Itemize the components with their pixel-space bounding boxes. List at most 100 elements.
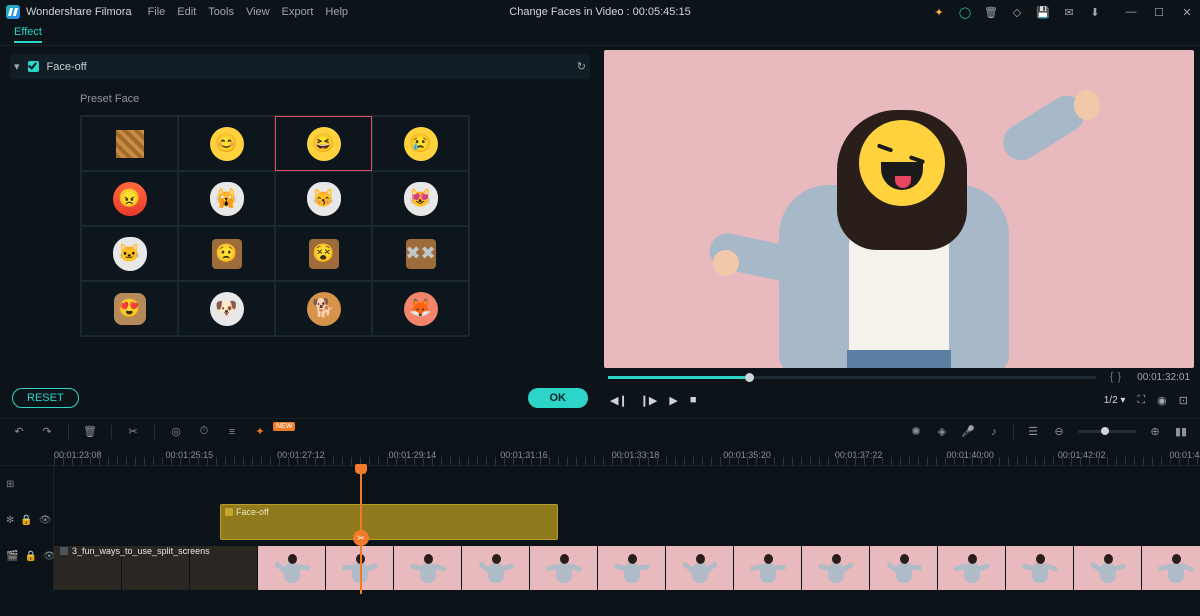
speed-icon[interactable]: ⏱ bbox=[197, 425, 211, 438]
undo-icon[interactable]: ↶ bbox=[12, 425, 26, 438]
fit-icon[interactable]: ▮▮ bbox=[1174, 425, 1188, 438]
save-icon[interactable]: 💾 bbox=[1036, 5, 1050, 19]
voice-icon[interactable]: 🎤 bbox=[961, 425, 975, 438]
preset-fox[interactable]: 🦊 bbox=[372, 281, 469, 336]
audio-icon[interactable]: ♪ bbox=[987, 426, 1001, 438]
video-thumb[interactable] bbox=[394, 546, 462, 590]
video-thumb[interactable] bbox=[1006, 546, 1074, 590]
menu-edit[interactable]: Edit bbox=[177, 6, 196, 18]
preset-smile[interactable]: 😊 bbox=[178, 116, 275, 171]
preview-viewport[interactable] bbox=[604, 50, 1194, 368]
menu-file[interactable]: File bbox=[148, 6, 166, 18]
menu-export[interactable]: Export bbox=[282, 6, 314, 18]
faceoff-header[interactable]: ▾ Face-off ↻ bbox=[10, 54, 590, 79]
snapshot-icon[interactable]: ◉ bbox=[1157, 394, 1167, 407]
effect-panel: ▾ Face-off ↻ Preset Face 😊 😆 😢 😠 🙀 😽 😻 🐱… bbox=[0, 46, 600, 418]
menu-view[interactable]: View bbox=[246, 6, 270, 18]
video-thumb[interactable] bbox=[938, 546, 1006, 590]
redo-icon[interactable]: ↷ bbox=[40, 425, 54, 438]
video-thumb[interactable] bbox=[666, 546, 734, 590]
menu-help[interactable]: Help bbox=[325, 6, 348, 18]
track-header-fx[interactable]: ✻🔒👁 bbox=[0, 502, 53, 538]
title-bar: Wondershare Filmora File Edit Tools View… bbox=[0, 0, 1200, 24]
preset-box-dead[interactable]: ✖✖ bbox=[372, 226, 469, 281]
stop-button[interactable]: ■ bbox=[690, 394, 697, 406]
preset-box-love[interactable]: 😍 bbox=[81, 281, 178, 336]
render-icon[interactable]: ✺ bbox=[909, 425, 923, 438]
settings-icon[interactable]: ⊡ bbox=[1179, 394, 1188, 407]
cut-icon[interactable]: ✂ bbox=[126, 425, 140, 438]
fx-track[interactable]: Face-off bbox=[54, 504, 1200, 542]
zoom-out-icon[interactable]: ⊖ bbox=[1052, 425, 1066, 438]
fx-clip[interactable]: Face-off bbox=[220, 504, 558, 540]
track-area[interactable]: Face-off 3_fun_ways_to_use_split_screens… bbox=[54, 466, 1200, 594]
preset-mosaic[interactable] bbox=[81, 116, 178, 171]
support-icon[interactable]: ◯ bbox=[958, 5, 972, 19]
download-icon[interactable]: ⬇ bbox=[1088, 5, 1102, 19]
step-back-button[interactable]: ❙▶ bbox=[640, 394, 658, 407]
preset-dog[interactable]: 🐕 bbox=[275, 281, 372, 336]
play-button[interactable]: ▶ bbox=[669, 394, 677, 407]
video-thumb[interactable] bbox=[598, 546, 666, 590]
preset-angry[interactable]: 😠 bbox=[81, 171, 178, 226]
wand-icon[interactable]: ✦ bbox=[253, 425, 267, 438]
menu-tools[interactable]: Tools bbox=[208, 6, 234, 18]
preset-box-sad[interactable]: 😟 bbox=[178, 226, 275, 281]
preset-cat-shout[interactable]: 🙀 bbox=[178, 171, 275, 226]
preset-cat-eyes[interactable]: 😻 bbox=[372, 171, 469, 226]
close-icon[interactable]: ✕ bbox=[1180, 5, 1194, 19]
playhead[interactable]: ✂ bbox=[360, 466, 362, 594]
video-thumb[interactable] bbox=[258, 546, 326, 590]
minimize-icon[interactable]: — bbox=[1124, 5, 1138, 19]
track-header-top[interactable]: ⊞ bbox=[0, 466, 53, 502]
split-icon[interactable]: ✂ bbox=[353, 530, 369, 546]
preset-husky[interactable]: 🐶 bbox=[178, 281, 275, 336]
fullscreen-icon[interactable]: ⛶ bbox=[1137, 394, 1145, 407]
video-track[interactable] bbox=[54, 546, 1200, 590]
preset-cry[interactable]: 😢 bbox=[372, 116, 469, 171]
fx-clip-label: Face-off bbox=[236, 507, 269, 517]
delete-icon[interactable]: 🗑 bbox=[83, 425, 97, 438]
adjust-icon[interactable]: ≡ bbox=[225, 426, 239, 438]
preset-grid: 😊 😆 😢 😠 🙀 😽 😻 🐱 😟 😵 ✖✖ 😍 🐶 🐕 🦊 bbox=[80, 115, 470, 337]
video-thumb[interactable] bbox=[802, 546, 870, 590]
mail-icon[interactable]: ✉ bbox=[1062, 5, 1076, 19]
video-thumb[interactable] bbox=[734, 546, 802, 590]
video-thumb[interactable] bbox=[870, 546, 938, 590]
effect-tab[interactable]: Effect bbox=[14, 26, 42, 43]
scrub-slider[interactable] bbox=[608, 376, 1096, 379]
ok-button[interactable]: OK bbox=[528, 388, 589, 408]
zoom-in-icon[interactable]: ⊕ bbox=[1148, 425, 1162, 438]
preview-time: 00:01:32:01 bbox=[1137, 372, 1190, 383]
titlebar-actions: ✦ ◯ 🗑 ◇ 💾 ✉ ⬇ — ☐ ✕ bbox=[932, 5, 1194, 19]
timeline-ruler[interactable]: 00:01:23:08 00:01:25:15 00:01:27:12 00:0… bbox=[0, 444, 1200, 466]
maximize-icon[interactable]: ☐ bbox=[1152, 5, 1166, 19]
preset-laugh[interactable]: 😆 bbox=[275, 116, 372, 171]
mixer-icon[interactable]: ☰ bbox=[1026, 425, 1040, 438]
video-thumb[interactable] bbox=[530, 546, 598, 590]
trash-icon[interactable]: 🗑 bbox=[984, 5, 998, 19]
playhead-handle-icon[interactable] bbox=[355, 464, 367, 474]
preview-ratio[interactable]: 1/2 ▾ bbox=[1104, 395, 1126, 406]
crop-icon[interactable]: ◎ bbox=[169, 425, 183, 438]
faceoff-label: Face-off bbox=[47, 61, 87, 73]
track-header-video[interactable]: 🎬🔒👁 bbox=[0, 538, 53, 574]
refresh-icon[interactable]: ↻ bbox=[577, 60, 586, 73]
preset-cat-spiral[interactable]: 🐱 bbox=[81, 226, 178, 281]
tips-icon[interactable]: ✦ bbox=[932, 5, 946, 19]
account-icon[interactable]: ◇ bbox=[1010, 5, 1024, 19]
collapse-icon[interactable]: ▾ bbox=[14, 60, 20, 73]
video-thumb[interactable] bbox=[462, 546, 530, 590]
preset-cat-sleep[interactable]: 😽 bbox=[275, 171, 372, 226]
menu-bar: File Edit Tools View Export Help bbox=[148, 6, 348, 18]
reset-button[interactable]: RESET bbox=[12, 388, 79, 408]
new-badge: NEW bbox=[273, 422, 295, 431]
video-thumb[interactable] bbox=[1142, 546, 1200, 590]
faceoff-checkbox[interactable] bbox=[28, 61, 39, 72]
marker-icon[interactable]: ◈ bbox=[935, 425, 949, 438]
preview-panel: {} 00:01:32:01 ◀❙ ❙▶ ▶ ■ 1/2 ▾ ⛶ ◉ ⊡ bbox=[600, 46, 1200, 418]
prev-frame-button[interactable]: ◀❙ bbox=[610, 394, 628, 407]
zoom-slider[interactable] bbox=[1078, 430, 1136, 433]
video-thumb[interactable] bbox=[1074, 546, 1142, 590]
preset-box-dizzy[interactable]: 😵 bbox=[275, 226, 372, 281]
